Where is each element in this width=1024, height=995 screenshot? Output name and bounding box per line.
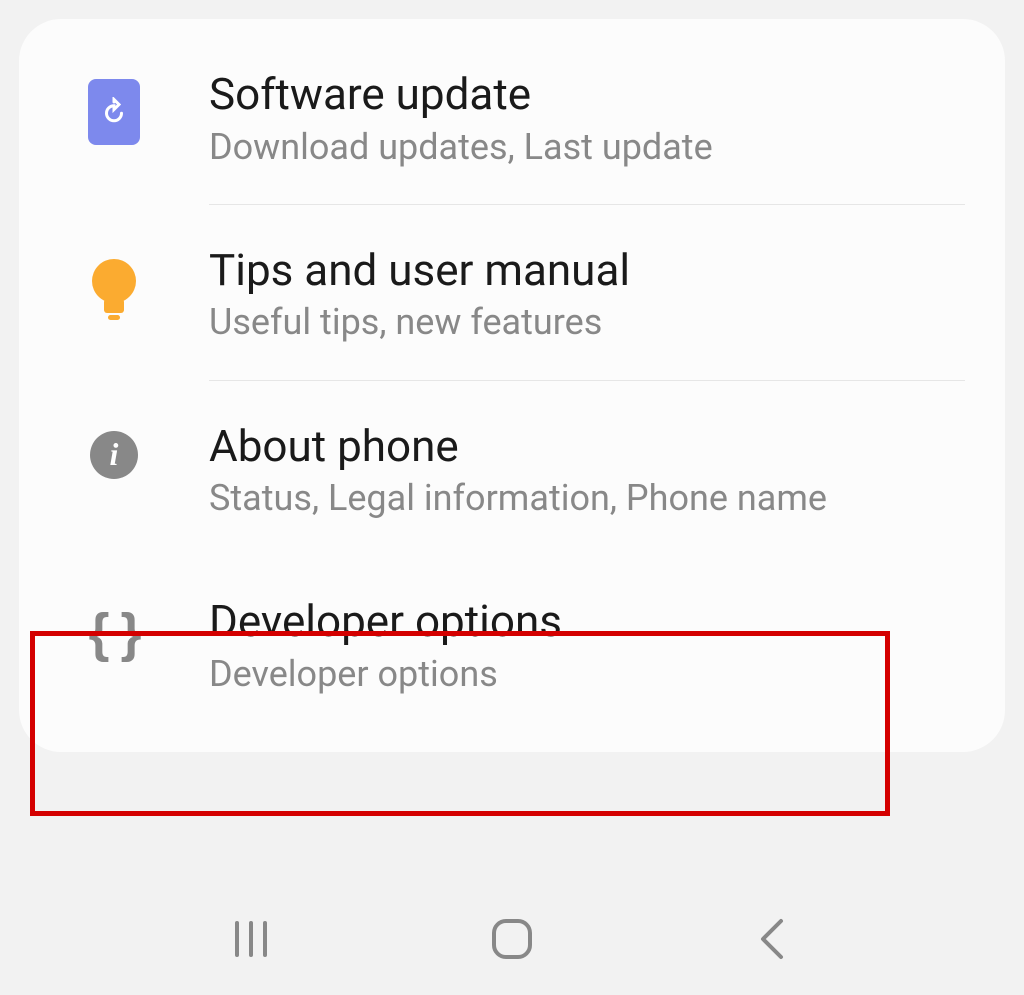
nav-back-button[interactable] — [748, 914, 798, 964]
info-icon: i — [90, 431, 138, 479]
nav-recents-button[interactable] — [226, 914, 276, 964]
settings-item-subtitle: Status, Legal information, Phone name — [209, 477, 975, 520]
text-container: About phone Status, Legal information, P… — [209, 421, 1005, 521]
update-icon — [88, 79, 140, 145]
text-container: Developer options Developer options — [209, 596, 1005, 696]
text-container: Software update Download updates, Last u… — [209, 69, 1005, 169]
bulb-icon — [86, 255, 142, 325]
icon-container: { } — [19, 596, 209, 660]
settings-item-subtitle: Useful tips, new features — [209, 301, 975, 344]
settings-item-tips[interactable]: Tips and user manual Useful tips, new fe… — [19, 205, 1005, 381]
settings-item-about-phone[interactable]: i About phone Status, Legal information,… — [19, 381, 1005, 557]
recents-icon — [229, 917, 273, 961]
home-icon — [489, 916, 535, 962]
back-icon — [753, 917, 793, 961]
icon-container: i — [19, 421, 209, 479]
braces-icon: { } — [88, 606, 139, 660]
settings-item-title: Software update — [209, 69, 975, 120]
settings-item-title: Tips and user manual — [209, 245, 975, 296]
settings-item-title: Developer options — [209, 596, 975, 647]
settings-item-developer-options[interactable]: { } Developer options Developer options — [19, 556, 1005, 752]
settings-card: Software update Download updates, Last u… — [19, 19, 1005, 752]
settings-item-subtitle: Developer options — [209, 653, 975, 696]
settings-item-software-update[interactable]: Software update Download updates, Last u… — [19, 19, 1005, 205]
nav-home-button[interactable] — [487, 914, 537, 964]
navigation-bar — [0, 909, 1024, 969]
settings-item-subtitle: Download updates, Last update — [209, 126, 975, 169]
text-container: Tips and user manual Useful tips, new fe… — [209, 245, 1005, 345]
icon-container — [19, 69, 209, 145]
settings-list: Software update Download updates, Last u… — [19, 19, 1005, 752]
settings-item-title: About phone — [209, 421, 975, 472]
icon-container — [19, 245, 209, 325]
